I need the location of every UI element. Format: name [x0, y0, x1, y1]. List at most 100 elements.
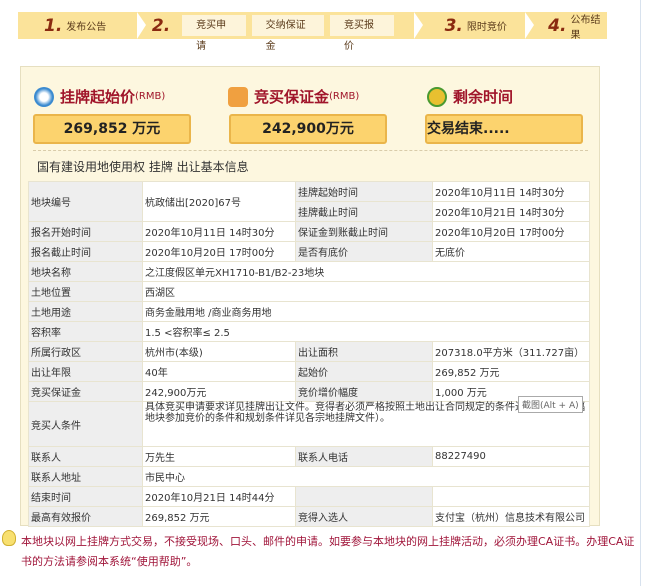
table-row: 地块名称 之江度假区单元XH1710-B1/B2-23地块 [28, 261, 590, 282]
remaining-value: 交易结束..... [425, 114, 583, 144]
clock-icon [34, 86, 54, 107]
value: 无底价 [432, 241, 590, 262]
step-chevron [525, 12, 535, 39]
value: 支付宝（杭州）信息技术有限公司 [432, 506, 590, 527]
value: 之江度假区单元XH1710-B1/B2-23地块 [142, 261, 590, 282]
label: 出让面积 [295, 341, 433, 362]
deposit-value: 242,900万元 [229, 114, 387, 144]
label: 是否有底价 [295, 241, 433, 262]
value: 2020年10月11日 14时30分 [432, 181, 590, 202]
table-row: 土地用途 商务金融用地 /商业商务用地 [28, 301, 590, 322]
money-bag-icon [228, 86, 248, 107]
table-row: 最高有效报价 269,852 万元 竞得入选人 支付宝（杭州）信息技术有限公司 [28, 506, 590, 527]
label: 竞得入选人 [295, 506, 433, 527]
value: 西湖区 [142, 281, 590, 302]
table-row: 联系人地址 市民中心 [28, 466, 590, 487]
table-row: 出让年限 40年 起始价 269,852 万元 [28, 361, 590, 382]
step-number: 4. [548, 15, 567, 36]
remaining-header: 剩余时间 [427, 86, 513, 107]
section-title: 国有建设用地使用权 挂牌 出让基本信息 [37, 160, 249, 174]
label: 报名开始时间 [28, 221, 143, 242]
value: 1.5 <容积率≤ 2.5 [142, 321, 590, 342]
label: 报名截止时间 [28, 241, 143, 262]
value: 269,852 万元 [432, 361, 590, 382]
label: 地块名称 [28, 261, 143, 282]
remaining-title: 剩余时间 [453, 88, 514, 106]
start-price-value: 269,852 万元 [33, 114, 191, 144]
label: 联系人地址 [28, 466, 143, 487]
label: 地块编号 [28, 181, 143, 222]
label: 挂牌截止时间 [295, 201, 433, 222]
table-row: 联系人 万先生 联系人电话 88227490 [28, 446, 590, 467]
value: 40年 [142, 361, 296, 382]
value: 2020年10月20日 17时00分 [142, 241, 296, 262]
step-label: 限时竞价 [466, 22, 507, 33]
value: 2020年10月21日 14时44分 [142, 486, 296, 507]
value: 万先生 [142, 446, 296, 467]
table-row: 结束时间 2020年10月21日 14时44分 [28, 486, 590, 507]
label: 联系人电话 [295, 446, 433, 467]
table-row: 地块编号 杭政储出[2020]67号 挂牌起始时间 2020年10月11日 14时30… [28, 181, 590, 222]
notice-text: 本地块以网上挂牌方式交易，不接受现场、口头、邮件的申请。如要参与本地块的网上挂牌… [21, 535, 635, 568]
step-number: 3. [444, 15, 463, 36]
label: 竞买保证金 [28, 381, 143, 402]
value: 杭政储出[2020]67号 [142, 181, 296, 222]
table-row: 竞买保证金 242,900万元 竞价增价幅度 1,000 万元 [28, 381, 590, 402]
scroll-edge [640, 0, 641, 586]
step-sub-apply[interactable]: 竞买申请 [182, 15, 246, 52]
step-1: 1. 发布公告 [18, 12, 131, 39]
label: 竞价增价幅度 [295, 381, 433, 402]
deposit-header: 竞买保证金 (RMB) [228, 86, 359, 107]
deposit-unit: (RMB) [329, 91, 360, 102]
value: 269,852 万元 [142, 506, 296, 527]
label: 容积率 [28, 321, 143, 342]
progress-steps: 1. 发布公告 2. 竞买申请 交纳保证金 竞买报价 3. 限时竞价 4. 公布结果 [18, 12, 607, 52]
value: 2020年10月20日 17时00分 [432, 221, 590, 242]
label: 出让年限 [28, 361, 143, 382]
step-3: 3. 限时竞价 [429, 12, 520, 39]
label: 保证金到账截止时间 [295, 221, 433, 242]
value: 2020年10月11日 14时30分 [142, 221, 296, 242]
start-price-unit: (RMB) [135, 91, 166, 102]
start-price-header: 挂牌起始价 (RMB) [34, 86, 165, 107]
value: 242,900万元 [142, 381, 296, 402]
step-sub-bid[interactable]: 竞买报价 [330, 15, 394, 52]
table-row: 土地位置 西湖区 [28, 281, 590, 302]
value: 杭州市(本级) [142, 341, 296, 362]
step-label: 发布公告 [66, 22, 107, 33]
value: 207318.0平方米（311.727亩） [432, 341, 590, 362]
deposit-title: 竞买保证金 [254, 88, 330, 106]
value: 市民中心 [142, 466, 590, 487]
empty-cell [295, 486, 433, 507]
divider [33, 150, 588, 151]
table-row: 报名截止时间 2020年10月20日 17时00分 是否有底价 无底价 [28, 241, 590, 262]
start-price-title: 挂牌起始价 [60, 88, 136, 106]
label: 竞买人条件 [28, 401, 143, 447]
value: 商务金融用地 /商业商务用地 [142, 301, 590, 322]
table-row: 报名开始时间 2020年10月11日 14时30分 保证金到账截止时间 2020年10… [28, 221, 590, 242]
label: 挂牌起始时间 [295, 181, 433, 202]
label: 结束时间 [28, 486, 143, 507]
screenshot-tooltip: 截图(Alt + A) [518, 396, 583, 413]
label: 土地用途 [28, 301, 143, 322]
step-chevron [136, 12, 146, 39]
value: 2020年10月21日 14时30分 [432, 201, 590, 222]
label: 土地位置 [28, 281, 143, 302]
table-row: 容积率 1.5 <容积率≤ 2.5 [28, 321, 590, 342]
step-label: 公布结果 [570, 14, 601, 41]
step-number: 2. [151, 15, 171, 36]
empty-cell [432, 486, 590, 507]
label: 最高有效报价 [28, 506, 143, 527]
alarm-clock-icon [427, 86, 447, 107]
table-row: 所属行政区 杭州市(本级) 出让面积 207318.0平方米（311.727亩） [28, 341, 590, 362]
step-chevron [413, 12, 423, 39]
step-sub-deposit[interactable]: 交纳保证金 [251, 15, 325, 52]
label: 所属行政区 [28, 341, 143, 362]
step-number: 1. [44, 15, 63, 36]
table-row: 竞买人条件 具体竞买申请要求详见挂牌出让文件。竞得者必须严格按照土地出让合同规定的… [28, 401, 590, 447]
land-info-table: 地块编号 杭政储出[2020]67号 挂牌起始时间 2020年10月11日 14时30… [28, 181, 590, 527]
value: 88227490 [432, 446, 590, 467]
label: 起始价 [295, 361, 433, 382]
step-2: 2. 竞买申请 交纳保证金 竞买报价 [151, 12, 400, 52]
label: 联系人 [28, 446, 143, 467]
